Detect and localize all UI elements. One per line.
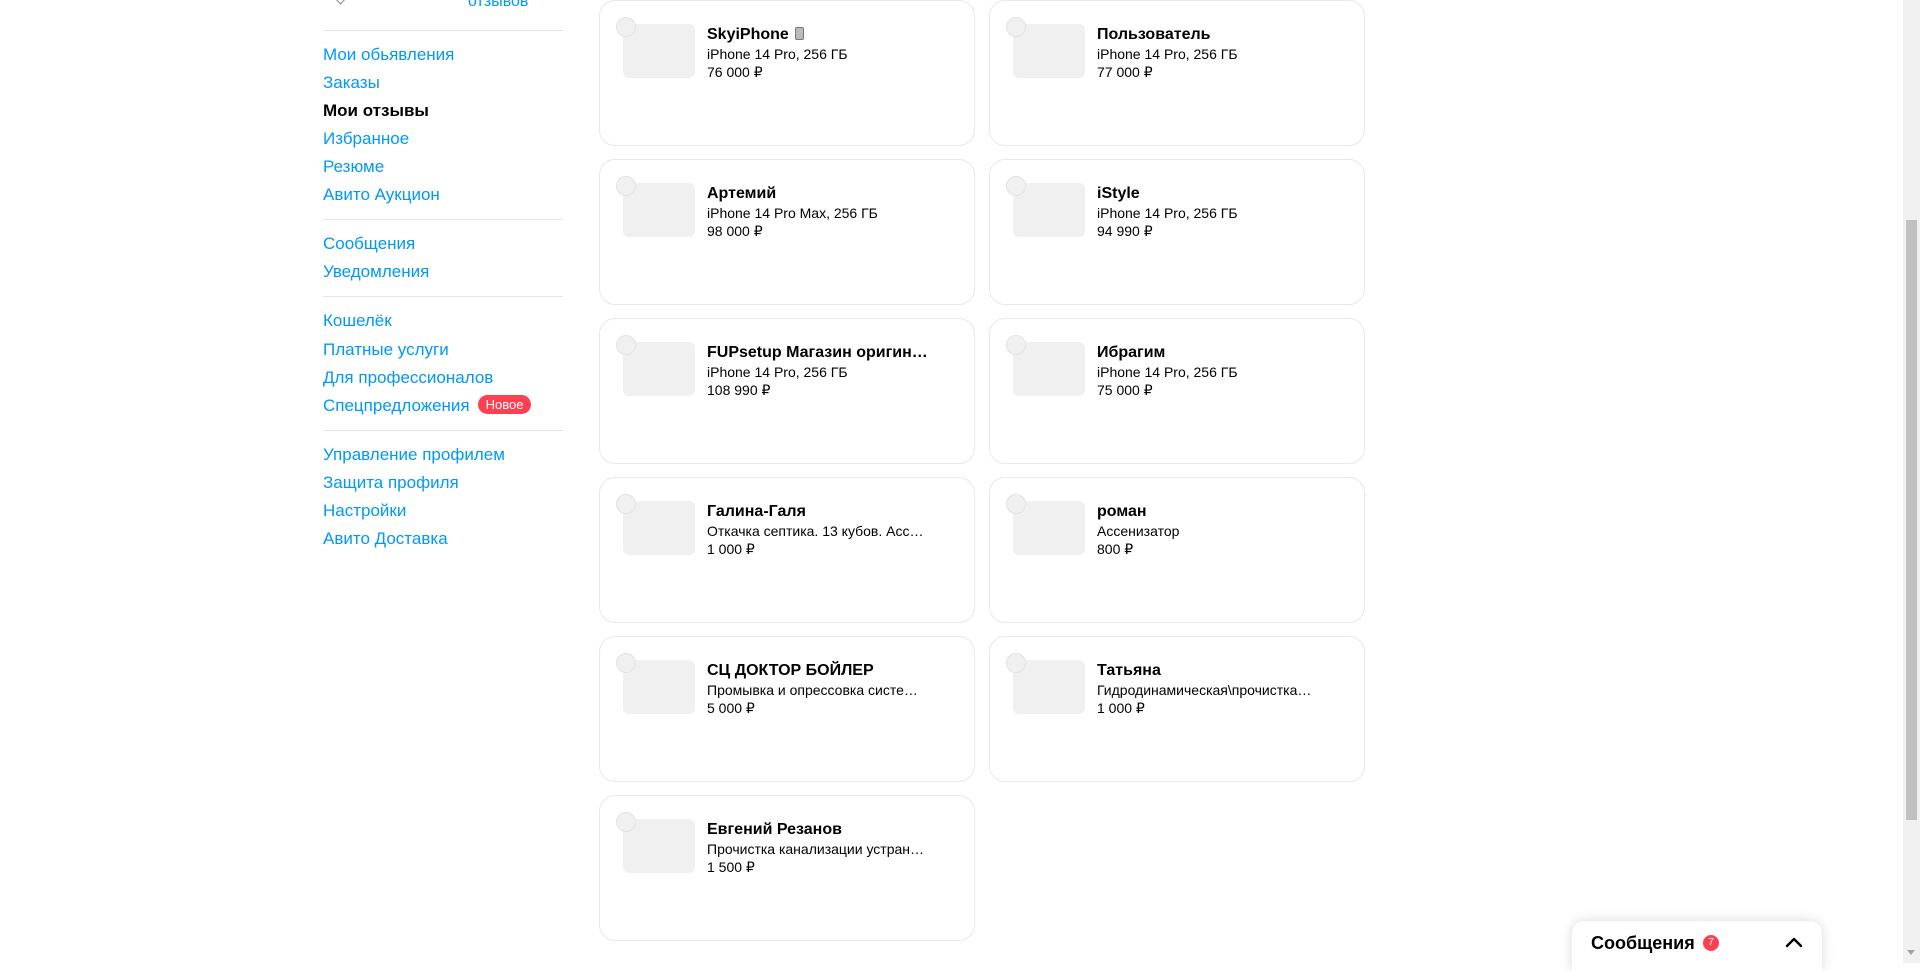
sidebar-item-notifications[interactable]: Уведомления: [323, 261, 429, 283]
item-title: Промывка и опрессовка системы отопления: [707, 682, 925, 698]
seller-name: Татьяна: [1097, 662, 1161, 679]
review-card[interactable]: Галина-Галя Откачка септика. 13 кубов. А…: [599, 477, 975, 623]
review-card[interactable]: СЦ ДОКТОР БОЙЛЕР Промывка и опрессовка с…: [599, 636, 975, 782]
seller-name: Артемий: [707, 185, 777, 202]
seller-name: СЦ ДОКТОР БОЙЛЕР: [707, 662, 874, 679]
item-price: 1 500 ₽: [707, 859, 755, 875]
select-checkbox[interactable]: [616, 812, 636, 832]
item-title: iPhone 14 Pro, 256 ГБ: [1097, 205, 1238, 221]
sidebar-item-messages[interactable]: Сообщения: [323, 233, 415, 255]
item-price: 1 000 ₽: [1097, 700, 1145, 716]
seller-name: FUPsetup Магазин оригинальной техники: [707, 344, 929, 361]
sidebar-item-auction[interactable]: Авито Аукцион: [323, 184, 440, 206]
seller-name: SkyiPhone: [707, 25, 937, 45]
review-card[interactable]: iStyle iPhone 14 Pro, 256 ГБ 94 990 ₽: [989, 159, 1365, 305]
sidebar-item-my-reviews[interactable]: Мои отзывы: [323, 100, 429, 122]
item-price: 94 990 ₽: [1097, 223, 1153, 239]
sidebar-item-favorites[interactable]: Избранное: [323, 128, 409, 150]
select-checkbox[interactable]: [1006, 653, 1026, 673]
item-title: iPhone 14 Pro, 256 ГБ: [1097, 364, 1238, 380]
sidebar-item-profile-management[interactable]: Управление профилем: [323, 444, 505, 466]
seller-name: Пользователь: [1097, 26, 1211, 43]
item-price: 108 990 ₽: [707, 382, 771, 398]
review-card[interactable]: Ибрагим iPhone 14 Pro, 256 ГБ 75 000 ₽: [989, 318, 1365, 464]
item-price: 77 000 ₽: [1097, 64, 1153, 80]
select-checkbox[interactable]: [616, 176, 636, 196]
sidebar-item-orders[interactable]: Заказы: [323, 72, 380, 94]
sidebar-item-settings[interactable]: Настройки: [323, 500, 406, 522]
seller-name: Ибрагим: [1097, 344, 1166, 361]
sidebar-item-resume[interactable]: Резюме: [323, 156, 384, 178]
item-title: iPhone 14 Pro, 256 ГБ: [1097, 46, 1238, 62]
item-price: 76 000 ₽: [707, 64, 763, 80]
seller-name: Евгений Резанов: [707, 821, 842, 838]
sidebar-item-avito-delivery[interactable]: Авито Доставка: [323, 528, 448, 550]
select-checkbox[interactable]: [1006, 176, 1026, 196]
sidebar-item-label: Спецпредложения: [323, 396, 470, 415]
sidebar-item-wallet[interactable]: Кошелёк: [323, 310, 392, 332]
item-price: 98 000 ₽: [707, 223, 763, 239]
unread-count-badge: 7: [1703, 935, 1719, 951]
review-card[interactable]: FUPsetup Магазин оригинальной техники iP…: [599, 318, 975, 464]
sidebar-divider: [323, 430, 563, 431]
sidebar-item-special-offers[interactable]: Спецпредложения Новое: [323, 395, 532, 417]
review-card[interactable]: Артемий iPhone 14 Pro Max, 256 ГБ 98 000…: [599, 159, 975, 305]
messenger-panel[interactable]: Сообщения 7: [1572, 921, 1822, 971]
select-checkbox[interactable]: [616, 494, 636, 514]
review-card[interactable]: Татьяна Гидродинамическая\прочистка кана…: [989, 636, 1365, 782]
scrollbar-thumb[interactable]: [1906, 220, 1917, 820]
item-price: 5 000 ₽: [707, 700, 755, 716]
item-title: Ассенизатор: [1097, 523, 1180, 539]
seller-name: Галина-Галя: [707, 503, 806, 520]
item-title: Гидродинамическая\прочистка канализации: [1097, 682, 1315, 698]
select-checkbox[interactable]: [616, 653, 636, 673]
scroll-down-icon[interactable]: [1907, 950, 1915, 955]
review-card[interactable]: SkyiPhone iPhone 14 Pro, 256 ГБ 76 000 ₽: [599, 0, 975, 146]
select-checkbox[interactable]: [1006, 494, 1026, 514]
sidebar-divider: [323, 296, 563, 297]
seller-name: iStyle: [1097, 185, 1140, 202]
messenger-title: Сообщения: [1591, 933, 1695, 953]
sidebar-divider: [323, 30, 563, 31]
select-checkbox[interactable]: [1006, 17, 1026, 37]
item-title: Откачка септика. 13 кубов. Ассенизатор: [707, 523, 925, 539]
reviews-count-link[interactable]: отзывов: [468, 0, 528, 12]
sidebar-divider: [323, 219, 563, 220]
item-title: iPhone 14 Pro Max, 256 ГБ: [707, 205, 878, 221]
chevron-up-icon[interactable]: [1785, 935, 1803, 949]
item-price: 75 000 ₽: [1097, 382, 1153, 398]
seller-name: роман: [1097, 503, 1147, 520]
review-card[interactable]: роман Ассенизатор 800 ₽: [989, 477, 1365, 623]
select-checkbox[interactable]: [1006, 335, 1026, 355]
select-checkbox[interactable]: [616, 335, 636, 355]
item-price: 1 000 ₽: [707, 541, 755, 557]
sidebar-item-for-professionals[interactable]: Для профессионалов: [323, 367, 493, 389]
sidebar-item-paid-services[interactable]: Платные услуги: [323, 339, 449, 361]
sidebar-item-profile-protection[interactable]: Защита профиля: [323, 472, 459, 494]
item-title: iPhone 14 Pro, 256 ГБ: [707, 46, 848, 62]
item-title: iPhone 14 Pro, 256 ГБ: [707, 364, 848, 380]
phone-icon: [794, 27, 804, 40]
chevron-icon: [335, 0, 346, 5]
sidebar-item-my-ads[interactable]: Мои обьявления: [323, 44, 454, 66]
item-price: 800 ₽: [1097, 541, 1134, 557]
review-card[interactable]: Пользователь iPhone 14 Pro, 256 ГБ 77 00…: [989, 0, 1365, 146]
item-title: Прочистка канализации устранение засоров: [707, 841, 925, 857]
select-checkbox[interactable]: [616, 17, 636, 37]
review-card[interactable]: Евгений Резанов Прочистка канализации ус…: [599, 795, 975, 941]
new-badge: Новое: [477, 395, 532, 414]
